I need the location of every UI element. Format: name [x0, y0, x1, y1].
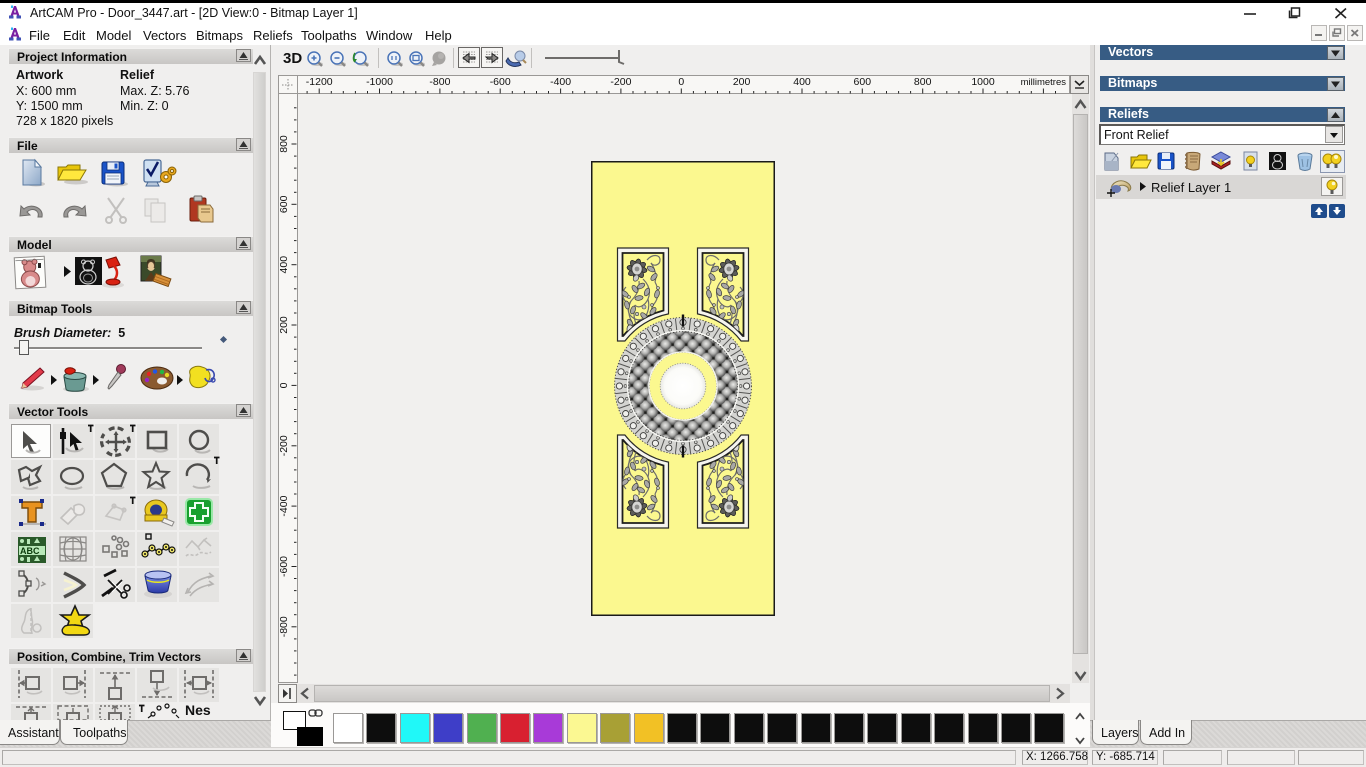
svg-text:millimetres: millimetres: [1021, 77, 1067, 88]
svg-text:-400: -400: [550, 76, 571, 88]
svg-text:0: 0: [278, 382, 290, 388]
svg-text:-600: -600: [278, 556, 290, 577]
svg-text:600: 600: [278, 195, 290, 213]
svg-text:200: 200: [733, 76, 751, 88]
svg-text:-200: -200: [278, 435, 290, 456]
svg-text:-800: -800: [429, 76, 450, 88]
svg-text:-400: -400: [278, 495, 290, 516]
svg-text:800: 800: [278, 135, 290, 153]
svg-text:-800: -800: [278, 616, 290, 637]
svg-text:600: 600: [854, 76, 872, 88]
svg-text:400: 400: [278, 256, 290, 274]
svg-text:800: 800: [914, 76, 932, 88]
svg-text:-200: -200: [610, 76, 631, 88]
svg-text:-600: -600: [490, 76, 511, 88]
svg-text:ABC: ABC: [20, 546, 40, 556]
svg-text:400: 400: [793, 76, 811, 88]
svg-text:200: 200: [278, 316, 290, 334]
svg-text:0: 0: [678, 76, 684, 88]
svg-text:-1000: -1000: [366, 76, 393, 88]
svg-text:1000: 1000: [971, 76, 995, 88]
svg-text:-1200: -1200: [306, 76, 333, 88]
